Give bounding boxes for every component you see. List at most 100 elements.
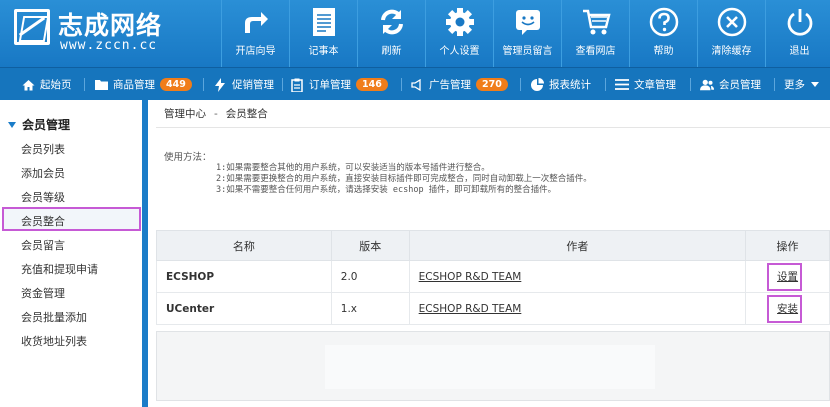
- clear-x-icon: [717, 7, 747, 37]
- menu-label: 报表统计: [549, 79, 591, 91]
- sidebar-item-recharge-withdraw[interactable]: 充值和提现申请: [21, 261, 98, 277]
- sidebar-item-integration[interactable]: 会员整合: [21, 213, 65, 229]
- sidebar-item-batch-add[interactable]: 会员批量添加: [21, 309, 87, 325]
- top-nav-personal-settings[interactable]: 个人设置: [425, 0, 493, 67]
- folder-icon: [94, 78, 108, 92]
- menu-home[interactable]: 起始页: [21, 68, 72, 101]
- breadcrumb-separator: -: [214, 107, 218, 120]
- breadcrumb-current: 会员整合: [225, 108, 268, 120]
- top-nav-label: 刷新: [381, 46, 402, 57]
- menu-more[interactable]: 更多: [784, 68, 822, 101]
- cart-icon: [581, 7, 611, 37]
- logo-mark-icon: [14, 9, 50, 45]
- menu-articles[interactable]: 文章管理: [615, 68, 676, 101]
- usage-line: 2:如果需要更换整合的用户系统，直接安装目标插件即可完成整合，同时自动卸载上一次…: [216, 174, 592, 184]
- caret-down-icon: [808, 78, 822, 92]
- usage-title: 使用方法：: [164, 152, 212, 163]
- menu-divider: [203, 78, 204, 91]
- top-nav-notepad[interactable]: 记事本: [289, 0, 357, 67]
- refresh-icon: [377, 7, 407, 37]
- count-badge: 270: [476, 78, 508, 91]
- users-icon: [700, 78, 714, 92]
- menu-label: 促销管理: [232, 79, 274, 91]
- breadcrumb-root[interactable]: 管理中心: [164, 106, 206, 121]
- brand-title: 志成网络: [58, 11, 163, 40]
- menu-ads[interactable]: 广告管理 270: [410, 68, 508, 101]
- sidebar-item-address-list[interactable]: 收货地址列表: [21, 333, 87, 349]
- menu-promotions[interactable]: 促销管理: [213, 68, 274, 101]
- author-link[interactable]: ECSHOP R&D TEAM: [419, 271, 522, 283]
- breadcrumb: 管理中心 - 会员整合: [156, 100, 830, 128]
- menu-reports[interactable]: 报表统计: [530, 68, 591, 101]
- main-menu-bar: 起始页 商品管理 449 促销管理 订单管理 146 广告管理 270 报表统计…: [0, 67, 830, 100]
- list-icon: [615, 78, 629, 92]
- top-nav-admin-messages[interactable]: 管理员留言: [493, 0, 561, 67]
- clipboard-icon: [290, 78, 304, 92]
- menu-label: 会员管理: [719, 79, 761, 91]
- main-content: 管理中心 - 会员整合 使用方法： 1:如果需要整合其他的用户系统，可以安装适当…: [148, 100, 830, 407]
- share-arrow-icon: [241, 7, 271, 37]
- author-link[interactable]: ECSHOP R&D TEAM: [419, 303, 522, 315]
- cell-name: UCenter: [156, 292, 332, 325]
- logo[interactable]: 志成网络 www.zccn.cc: [0, 0, 215, 67]
- top-nav-view-shop[interactable]: 查看网店: [561, 0, 629, 67]
- top-nav-label: 管理员留言: [502, 46, 553, 57]
- menu-orders[interactable]: 订单管理 146: [290, 68, 388, 101]
- cell-version: 1.x: [330, 292, 410, 325]
- column-header-author: 作者: [408, 230, 747, 261]
- cell-name: ECSHOP: [156, 260, 332, 293]
- sidebar-item-member-rank[interactable]: 会员等级: [21, 189, 65, 205]
- usage-line: 3:如果不需要整合任何用户系统，请选择安装 ecshop 插件，即可卸载所有的整…: [216, 185, 557, 195]
- top-nav-label: 清除缓存: [711, 46, 752, 57]
- speaker-icon: [410, 78, 424, 92]
- count-badge: 146: [356, 78, 388, 91]
- top-nav-clear-cache[interactable]: 清除缓存: [697, 0, 765, 67]
- top-nav-logout[interactable]: 退出: [765, 0, 830, 67]
- cell-action: 设置: [745, 260, 830, 293]
- count-badge: 449: [160, 78, 192, 91]
- top-nav-shop-wizard[interactable]: 开店向导: [221, 0, 289, 67]
- table-row: ECSHOP 2.0 ECSHOP R&D TEAM 设置: [156, 260, 830, 293]
- sidebar-item-funds[interactable]: 资金管理: [21, 285, 65, 301]
- menu-label: 广告管理: [429, 79, 471, 91]
- menu-label: 更多: [784, 79, 805, 91]
- chat-smile-icon: [513, 7, 543, 37]
- bolt-icon: [213, 77, 227, 92]
- gear-icon: [445, 7, 475, 37]
- sidebar-heading[interactable]: 会员管理: [8, 116, 70, 133]
- menu-label: 商品管理: [113, 79, 155, 91]
- column-header-version: 版本: [330, 230, 410, 261]
- brand-subtitle: www.zccn.cc: [60, 38, 158, 53]
- action-highlight: [767, 263, 803, 291]
- column-header-action: 操作: [745, 230, 830, 261]
- bottom-panel: [156, 331, 830, 401]
- top-nav-refresh[interactable]: 刷新: [357, 0, 425, 67]
- power-icon: [785, 7, 815, 37]
- top-nav-help[interactable]: 帮助: [629, 0, 697, 67]
- cell-author: ECSHOP R&D TEAM: [408, 260, 747, 293]
- top-nav-label: 开店向导: [235, 46, 276, 57]
- sidebar-item-member-messages[interactable]: 会员留言: [21, 237, 65, 253]
- sidebar-item-member-list[interactable]: 会员列表: [21, 141, 65, 157]
- top-nav: 开店向导 记事本 刷新 个人设置 管理员留言 查看网店 帮助 清除缓存 退出: [221, 0, 830, 67]
- usage-line: 1:如果需要整合其他的用户系统，可以安装适当的版本号插件进行整合。: [216, 163, 490, 173]
- table-row: UCenter 1.x ECSHOP R&D TEAM 安装: [156, 292, 830, 325]
- menu-divider: [520, 78, 521, 91]
- menu-divider: [282, 78, 283, 91]
- top-nav-label: 帮助: [653, 46, 674, 57]
- menu-divider: [84, 78, 85, 91]
- menu-goods[interactable]: 商品管理 449: [94, 68, 192, 101]
- notepad-icon: [309, 7, 339, 37]
- sidebar: 会员管理 会员列表 添加会员 会员等级 会员整合 会员留言 充值和提现申请 资金…: [0, 100, 148, 407]
- menu-members[interactable]: 会员管理: [700, 68, 761, 101]
- sidebar-heading-label: 会员管理: [22, 118, 71, 132]
- menu-divider: [690, 78, 691, 91]
- menu-divider: [401, 78, 402, 91]
- menu-divider: [605, 78, 606, 91]
- top-header: 志成网络 www.zccn.cc 开店向导 记事本 刷新 个人设置 管理员留言 …: [0, 0, 830, 67]
- home-icon: [21, 78, 35, 92]
- table-header-row: 名称 版本 作者 操作: [156, 230, 830, 261]
- sidebar-item-add-member[interactable]: 添加会员: [21, 165, 65, 181]
- integration-table: 名称 版本 作者 操作 ECSHOP 2.0 ECSHOP R&D TEAM 设…: [156, 230, 830, 325]
- usage-instructions: 使用方法： 1:如果需要整合其他的用户系统，可以安装适当的版本号插件进行整合。 …: [164, 152, 592, 196]
